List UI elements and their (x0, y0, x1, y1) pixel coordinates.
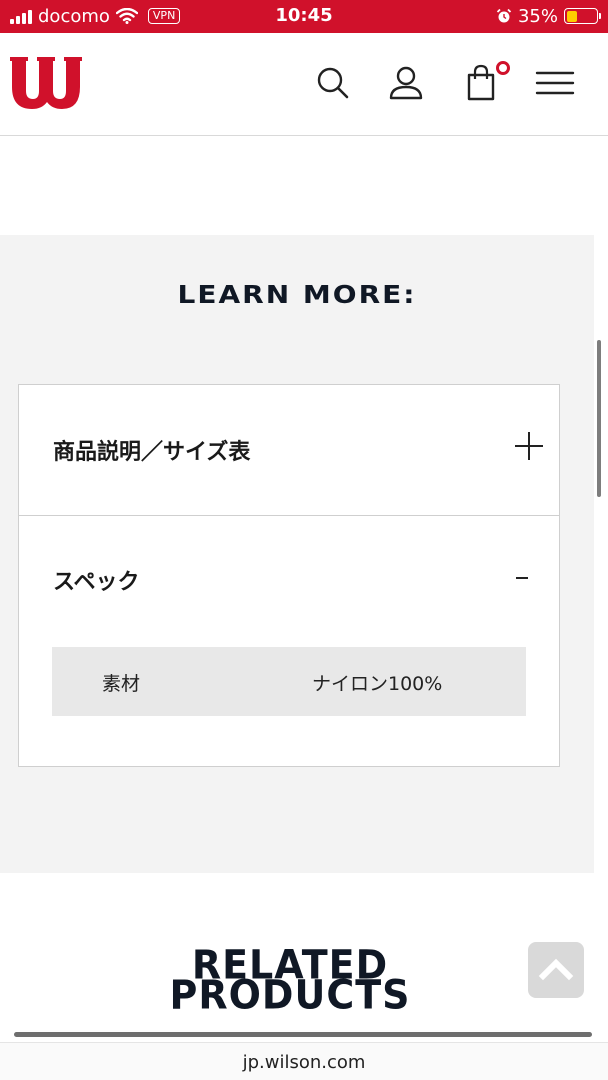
learn-more-title: LEARN MORE: (177, 279, 417, 310)
accordion-item-description[interactable]: 商品説明／サイズ表 (19, 385, 559, 516)
accordion-label-description: 商品説明／サイズ表 (53, 440, 251, 465)
url-text: jp.wilson.com (242, 1052, 366, 1073)
scroll-to-top-button[interactable] (528, 942, 584, 998)
learn-more-section: LEARN MORE: 商品説明／サイズ表 スペック 素材 ナイロン100% (0, 235, 594, 873)
wilson-logo[interactable] (10, 51, 84, 113)
status-bar: docomo VPN 10:45 35% (0, 0, 608, 33)
spec-table-row: 素材 ナイロン100% (52, 647, 526, 716)
browser-url-bar[interactable]: jp.wilson.com (0, 1042, 608, 1080)
battery-icon (564, 8, 601, 24)
spec-value: ナイロン100% (312, 673, 443, 695)
spec-key: 素材 (102, 673, 141, 695)
minus-icon[interactable] (516, 577, 528, 579)
alarm-icon (496, 8, 512, 23)
chevron-up-icon (538, 958, 574, 981)
page-scrollbar[interactable] (597, 340, 601, 497)
accordion-label-spec: スペック (53, 570, 140, 595)
site-header (0, 33, 608, 136)
horizontal-scroll-indicator (14, 1032, 592, 1037)
battery-percent: 35% (517, 5, 558, 27)
accordion-item-spec[interactable]: スペック (19, 516, 559, 616)
related-title-line2: PRODUCTS (169, 971, 411, 1019)
related-products-title: RELATED PRODUCTS (0, 945, 580, 1019)
user-icon[interactable] (386, 63, 426, 103)
status-right: 35% (496, 4, 601, 28)
search-icon[interactable] (313, 63, 353, 103)
cart-count-badge (496, 61, 510, 75)
cart-icon[interactable] (461, 63, 501, 103)
product-accordion: 商品説明／サイズ表 スペック 素材 ナイロン100% (18, 384, 560, 767)
menu-icon[interactable] (535, 63, 575, 103)
plus-icon[interactable] (515, 432, 543, 460)
